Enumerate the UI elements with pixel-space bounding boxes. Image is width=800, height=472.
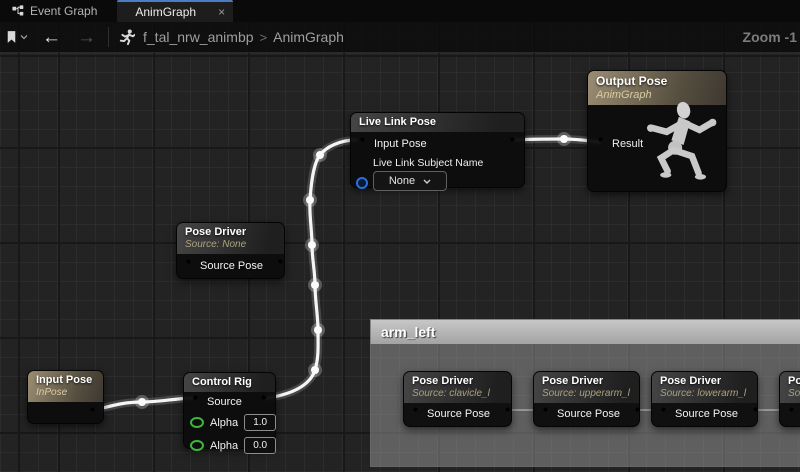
subject-name-value: None: [389, 175, 415, 187]
node-control-rig-header: Control Rig: [184, 373, 275, 392]
pose-input-pin-icon[interactable]: [658, 407, 669, 420]
forward-button[interactable]: →: [77, 28, 96, 47]
pose-input-pin-icon[interactable]: [410, 407, 421, 420]
pin-label: Source Pose: [675, 408, 738, 420]
pose-output-pin-icon[interactable]: [275, 259, 286, 272]
node-header: Pose Driver Source: clavicle_l: [404, 372, 511, 403]
animgraph-runner-icon: [119, 29, 135, 45]
node-title: Pose Driver: [185, 226, 276, 239]
pin-label: Input Pose: [374, 138, 427, 150]
pose-input-pin-icon[interactable]: [540, 407, 551, 420]
graph-toolbar: ← → f_tal_nrw_animbp > AnimGraph Zoom -1: [0, 22, 800, 53]
node-input-pose[interactable]: Input Pose InPose: [27, 370, 104, 424]
pose-input-pin-icon[interactable]: [786, 407, 797, 420]
alpha-value-field[interactable]: 1.0: [244, 414, 276, 431]
tab-label: AnimGraph: [135, 5, 196, 19]
event-graph-icon: [12, 5, 24, 17]
pose-output-pin-icon[interactable]: [507, 137, 518, 150]
node-header: Pose Driver Source: lowerarm_l: [652, 372, 757, 403]
node-pose-driver-lowerarm[interactable]: Pose Driver Source: lowerarm_l Source Po…: [651, 371, 758, 427]
subject-name-label: Live Link Subject Name: [351, 155, 524, 170]
toolbar-divider: [108, 27, 109, 47]
tab-bar: Event Graph AnimGraph ×: [0, 0, 800, 22]
node-subtitle: Source: None: [185, 239, 276, 251]
node-pose-driver-partial[interactable]: Pose Driver Source: Source Pose: [779, 371, 800, 427]
node-title: Pose Driver: [542, 375, 631, 388]
pose-output-pin-icon[interactable]: [750, 407, 761, 420]
pin-label: Source Pose: [427, 408, 490, 420]
node-output-pose[interactable]: Output Pose AnimGraph Result: [587, 70, 727, 192]
node-title: Output Pose: [596, 74, 718, 89]
reroute-node[interactable]: [306, 196, 314, 204]
subject-name-dropdown[interactable]: None: [373, 171, 447, 191]
node-subtitle: InPose: [36, 387, 95, 399]
bookmark-icon: [6, 30, 17, 44]
node-title: Pose Driver: [412, 375, 503, 388]
node-subtitle: Source: upperarm_l: [542, 388, 631, 400]
breadcrumb-root[interactable]: f_tal_nrw_animbp: [143, 29, 254, 45]
tab-event-graph[interactable]: Event Graph: [0, 0, 109, 22]
node-title: Pose Driver: [788, 375, 800, 388]
reroute-node[interactable]: [560, 135, 568, 143]
node-title: Input Pose: [36, 374, 95, 387]
pose-output-pin-icon[interactable]: [632, 407, 643, 420]
result-pose-pin-icon[interactable]: [595, 137, 606, 150]
pin-label: Alpha: [210, 440, 238, 452]
node-live-link-pose[interactable]: Live Link Pose Input Pose Live Link Subj…: [350, 112, 525, 188]
node-pose-driver-clavicle[interactable]: Pose Driver Source: clavicle_l Source Po…: [403, 371, 512, 427]
node-input-pose-header: Input Pose InPose: [28, 371, 103, 402]
zoom-level-label: Zoom -1: [743, 29, 800, 45]
node-live-link-header: Live Link Pose: [351, 113, 524, 132]
node-subtitle: Source: lowerarm_l: [660, 388, 749, 400]
pose-output-pin-icon[interactable]: [87, 407, 98, 420]
node-title: Control Rig: [192, 376, 267, 389]
chevron-down-icon: [423, 179, 431, 184]
reroute-node[interactable]: [314, 326, 322, 334]
alpha-float-pin-icon[interactable]: [190, 440, 204, 451]
pin-label: Source: [207, 396, 242, 408]
pin-label: Source Pose: [200, 260, 263, 272]
node-header: Pose Driver Source:: [780, 372, 800, 403]
pose-input-pin-icon[interactable]: [183, 259, 194, 272]
reroute-node[interactable]: [138, 398, 146, 406]
reroute-node[interactable]: [311, 281, 319, 289]
node-pose-driver-header: Pose Driver Source: None: [177, 223, 284, 254]
alpha-float-pin-icon[interactable]: [190, 417, 204, 428]
node-pose-driver-main[interactable]: Pose Driver Source: None Source Pose: [176, 222, 285, 279]
mannequin-figure: [631, 99, 723, 189]
animgraph-editor-window: arm_left Input Pose InPose Control Rig S…: [0, 0, 800, 472]
back-button[interactable]: ←: [42, 28, 61, 47]
pose-input-pin-icon[interactable]: [190, 395, 201, 408]
bookmark-button[interactable]: [6, 30, 28, 44]
reroute-node[interactable]: [316, 151, 324, 159]
alpha-value-field[interactable]: 0.0: [244, 437, 276, 454]
node-title: Live Link Pose: [359, 116, 516, 129]
node-header: Pose Driver Source: upperarm_l: [534, 372, 639, 403]
pose-output-pin-icon[interactable]: [502, 407, 513, 420]
pose-output-pin-icon[interactable]: [258, 395, 269, 408]
node-title: Pose Driver: [660, 375, 749, 388]
close-tab-icon[interactable]: ×: [218, 6, 225, 18]
pose-input-pin-icon[interactable]: [357, 137, 368, 150]
tab-label: Event Graph: [30, 4, 97, 18]
node-control-rig[interactable]: Control Rig Source Alpha 1.0 Alpha 0.0: [183, 372, 276, 449]
subject-name-pin-icon[interactable]: [356, 177, 368, 189]
chevron-down-icon: [20, 34, 28, 40]
breadcrumb-current[interactable]: AnimGraph: [273, 29, 344, 45]
reroute-node[interactable]: [308, 241, 316, 249]
reroute-node[interactable]: [311, 366, 319, 374]
pin-label: Alpha: [210, 417, 238, 429]
pin-label: Source Pose: [557, 408, 620, 420]
node-subtitle: Source: clavicle_l: [412, 388, 503, 400]
node-subtitle: Source:: [788, 388, 800, 400]
node-pose-driver-upperarm[interactable]: Pose Driver Source: upperarm_l Source Po…: [533, 371, 640, 427]
breadcrumb-separator: >: [260, 30, 268, 45]
tab-anim-graph[interactable]: AnimGraph ×: [117, 0, 233, 22]
